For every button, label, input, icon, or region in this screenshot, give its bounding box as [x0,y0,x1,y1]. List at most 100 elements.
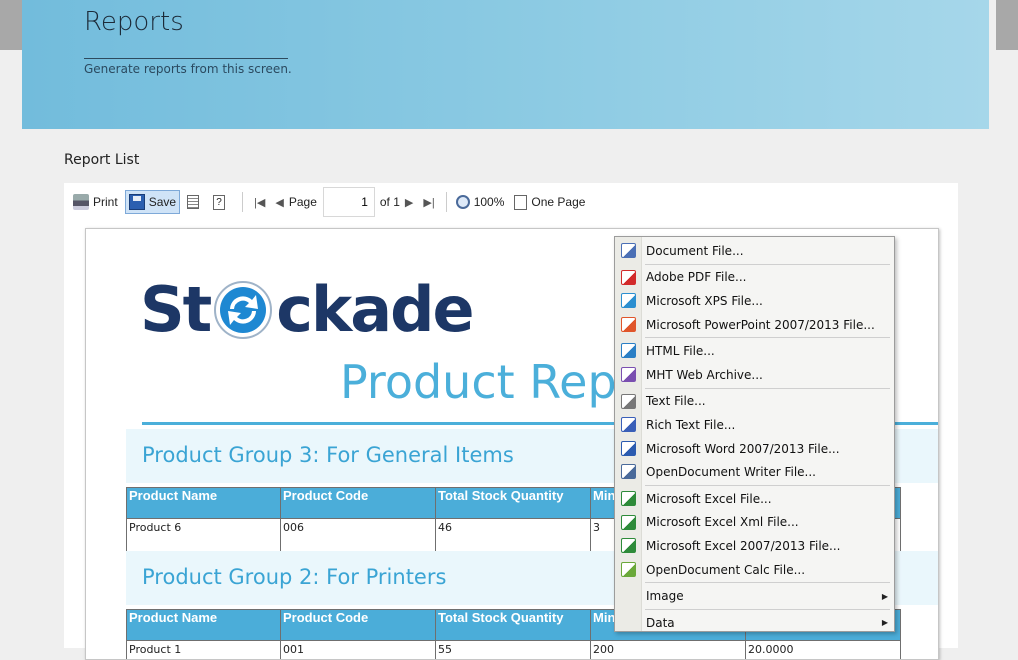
mht-archive-icon [621,367,636,382]
viewer-toolbar: Print Save ? |◀ ◀ Page of 1 ▶ ▶| 100% On… [70,189,592,215]
column-header: Product Name [127,488,281,519]
print-label: Print [93,195,118,209]
right-gray-edge [996,0,1018,50]
menu-items: Document File... Adobe PDF File... Microso… [615,239,894,635]
table-cell: 200 [591,641,746,660]
menu-item-label: OpenDocument Writer File... [646,465,816,479]
menu-item-microsoft-excel-2007-2013-file[interactable]: Microsoft Excel 2007/2013 File... [615,534,894,558]
magnifier-icon [456,195,470,209]
word-file-icon [621,441,636,456]
logo-text-prefix: St [140,273,210,346]
logo-text-suffix: ckade [276,273,472,346]
page-count-label: of 1 [380,195,400,209]
previous-page-icon[interactable]: ◀ [270,196,288,209]
menu-item-label: Microsoft PowerPoint 2007/2013 File... [646,318,875,332]
menu-item-label: Rich Text File... [646,418,735,432]
menu-item-data[interactable]: Data▶ [615,611,894,635]
menu-item-mht-web-archive[interactable]: MHT Web Archive... [615,363,894,387]
menu-item-adobe-pdf-file[interactable]: Adobe PDF File... [615,266,894,290]
parameters-icon: ? [213,195,225,210]
excel-file-icon [621,491,636,506]
menu-separator [645,337,890,338]
menu-item-label: Microsoft Word 2007/2013 File... [646,442,840,456]
excel-2007-file-icon [621,538,636,553]
pdf-file-icon [621,270,636,285]
html-file-icon [621,343,636,358]
menu-item-microsoft-xps-file[interactable]: Microsoft XPS File... [615,289,894,313]
table-row: Product 1 001 55 200 20.0000 [127,641,901,660]
menu-item-label: OpenDocument Calc File... [646,563,805,577]
menu-item-label: MHT Web Archive... [646,368,763,382]
menu-item-document-file[interactable]: Document File... [615,239,894,263]
toolbar-separator [242,192,243,212]
page-setup-icon [187,195,199,209]
last-page-icon[interactable]: ▶| [418,196,439,209]
submenu-arrow-icon: ▶ [882,592,888,601]
menu-item-label: Data [646,616,675,630]
one-page-label: One Page [531,195,585,209]
menu-item-label: Microsoft XPS File... [646,294,763,308]
one-page-icon [514,195,527,210]
menu-item-label: Microsoft Excel Xml File... [646,515,799,529]
save-label: Save [149,195,176,209]
column-header: Total Stock Quantity [436,610,591,641]
group-title: Product Group 3: For General Items [142,443,514,467]
section-label: Report List [64,152,139,168]
table-cell: 55 [436,641,591,660]
table-cell: 006 [281,519,436,554]
menu-item-microsoft-excel-file[interactable]: Microsoft Excel File... [615,487,894,511]
menu-item-html-file[interactable]: HTML File... [615,339,894,363]
xps-file-icon [621,293,636,308]
column-header: Total Stock Quantity [436,488,591,519]
menu-item-microsoft-word-2007-2013-file[interactable]: Microsoft Word 2007/2013 File... [615,437,894,461]
powerpoint-file-icon [621,317,636,332]
menu-item-microsoft-powerpoint-2007-2013-file[interactable]: Microsoft PowerPoint 2007/2013 File... [615,313,894,337]
report-title: Product Rep [340,355,617,409]
table-cell: 20.0000 [746,641,901,660]
menu-item-opendocument-writer-file[interactable]: OpenDocument Writer File... [615,460,894,484]
column-header: Product Code [281,488,436,519]
page-label: Page [289,195,317,209]
next-page-icon[interactable]: ▶ [400,196,418,209]
excel-xml-file-icon [621,515,636,530]
menu-item-label: Image [646,589,684,603]
table-cell: Product 1 [127,641,281,660]
menu-item-label: Microsoft Excel 2007/2013 File... [646,539,840,553]
page-setup-button[interactable] [184,190,206,214]
table-cell: Product 6 [127,519,281,554]
left-gray-edge [0,0,22,50]
parameters-button[interactable]: ? [210,190,232,214]
save-button[interactable]: Save [125,190,180,214]
menu-separator [645,582,890,583]
odt-file-icon [621,464,636,479]
menu-item-rich-text-file[interactable]: Rich Text File... [615,413,894,437]
column-header: Product Code [281,610,436,641]
logo-o-emblem-icon [212,279,274,341]
menu-item-opendocument-calc-file[interactable]: OpenDocument Calc File... [615,558,894,582]
page-number-input[interactable] [323,187,375,217]
toolbar-separator [446,192,447,212]
page-title: Reports [84,7,184,37]
print-button[interactable]: Print [70,190,121,214]
table-cell: 001 [281,641,436,660]
first-page-icon[interactable]: |◀ [249,196,270,209]
group-title: Product Group 2: For Printers [142,565,446,589]
menu-item-label: Microsoft Excel File... [646,492,772,506]
menu-item-text-file[interactable]: Text File... [615,390,894,414]
text-file-icon [621,394,636,409]
page-subtitle: Generate reports from this screen. [84,62,292,76]
menu-item-label: Document File... [646,244,744,258]
document-file-icon [621,243,636,258]
menu-item-image[interactable]: Image ▶ [615,584,894,608]
column-header: Product Name [127,610,281,641]
menu-separator [645,388,890,389]
menu-separator [645,609,890,610]
zoom-button[interactable]: 100% [453,190,508,214]
company-logo: St ckade [140,273,473,346]
menu-item-label: HTML File... [646,344,715,358]
ods-file-icon [621,562,636,577]
title-underline [84,58,288,59]
menu-item-microsoft-excel-xml-file[interactable]: Microsoft Excel Xml File... [615,511,894,535]
table-cell: 46 [436,519,591,554]
one-page-button[interactable]: One Page [511,190,588,214]
